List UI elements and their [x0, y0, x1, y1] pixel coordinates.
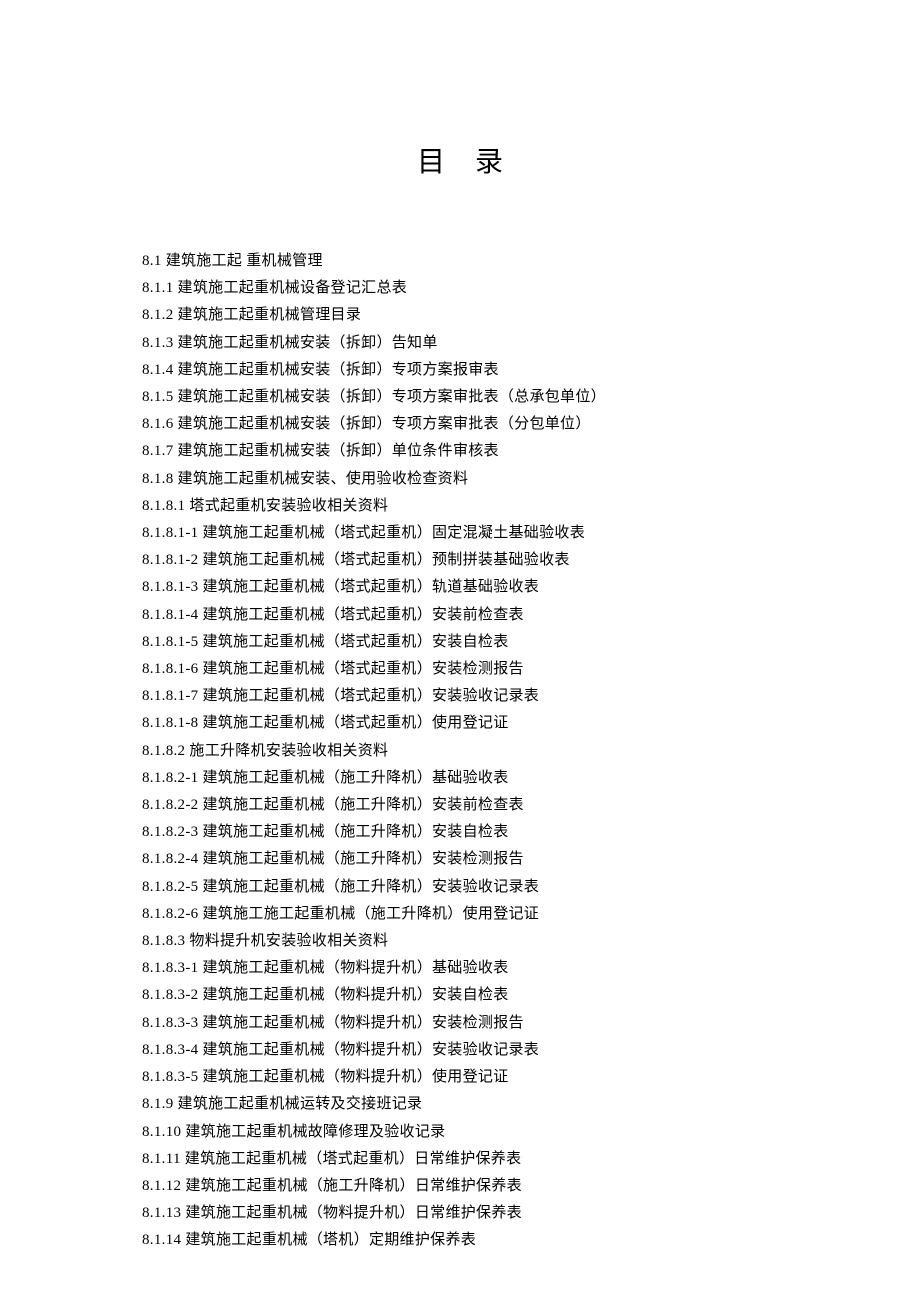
- toc-entry: 8.1.8.3 物料提升机安装验收相关资料: [142, 928, 820, 955]
- toc-entry: 8.1.8.1-2 建筑施工起重机械（塔式起重机）预制拼装基础验收表: [142, 547, 820, 574]
- toc-entry: 8.1.8.1-5 建筑施工起重机械（塔式起重机）安装自检表: [142, 629, 820, 656]
- toc-entry: 8.1.8.2-1 建筑施工起重机械（施工升降机）基础验收表: [142, 765, 820, 792]
- toc-entry: 8.1.7 建筑施工起重机械安装（拆卸）单位条件审核表: [142, 438, 820, 465]
- toc-entry: 8.1.8.1-8 建筑施工起重机械（塔式起重机）使用登记证: [142, 710, 820, 737]
- toc-entry: 8.1.8.2-2 建筑施工起重机械（施工升降机）安装前检查表: [142, 792, 820, 819]
- toc-entry: 8.1.8.3-5 建筑施工起重机械（物料提升机）使用登记证: [142, 1064, 820, 1091]
- toc-entry: 8.1.8.2 施工升降机安装验收相关资料: [142, 738, 820, 765]
- toc-entry: 8.1.2 建筑施工起重机械管理目录: [142, 302, 820, 329]
- toc-entry: 8.1.6 建筑施工起重机械安装（拆卸）专项方案审批表（分包单位）: [142, 411, 820, 438]
- toc-entry: 8.1.8.2-3 建筑施工起重机械（施工升降机）安装自检表: [142, 819, 820, 846]
- toc-entry: 8.1.5 建筑施工起重机械安装（拆卸）专项方案审批表（总承包单位）: [142, 384, 820, 411]
- toc-entry: 8.1.8.1-7 建筑施工起重机械（塔式起重机）安装验收记录表: [142, 683, 820, 710]
- toc-entry: 8.1 建筑施工起 重机械管理: [142, 248, 820, 275]
- toc-entry: 8.1.8.1-3 建筑施工起重机械（塔式起重机）轨道基础验收表: [142, 574, 820, 601]
- toc-entry: 8.1.11 建筑施工起重机械（塔式起重机）日常维护保养表: [142, 1146, 820, 1173]
- document-title: 目录: [0, 140, 920, 180]
- toc-entry: 8.1.8.3-2 建筑施工起重机械（物料提升机）安装自检表: [142, 982, 820, 1009]
- toc-entry: 8.1.3 建筑施工起重机械安装（拆卸）告知单: [142, 330, 820, 357]
- toc-entry: 8.1.8.1-1 建筑施工起重机械（塔式起重机）固定混凝土基础验收表: [142, 520, 820, 547]
- toc-entry: 8.1.13 建筑施工起重机械（物料提升机）日常维护保养表: [142, 1200, 820, 1227]
- toc-entry: 8.1.8.1 塔式起重机安装验收相关资料: [142, 493, 820, 520]
- toc-entry: 8.1.8.2-6 建筑施工施工起重机械（施工升降机）使用登记证: [142, 901, 820, 928]
- toc-entry: 8.1.8.3-4 建筑施工起重机械（物料提升机）安装验收记录表: [142, 1037, 820, 1064]
- toc-content: 8.1 建筑施工起 重机械管理 8.1.1 建筑施工起重机械设备登记汇总表 8.…: [0, 248, 920, 1255]
- toc-entry: 8.1.8.1-4 建筑施工起重机械（塔式起重机）安装前检查表: [142, 602, 820, 629]
- toc-entry: 8.1.9 建筑施工起重机械运转及交接班记录: [142, 1091, 820, 1118]
- toc-entry: 8.1.12 建筑施工起重机械（施工升降机）日常维护保养表: [142, 1173, 820, 1200]
- toc-entry: 8.1.8.3-3 建筑施工起重机械（物料提升机）安装检测报告: [142, 1010, 820, 1037]
- toc-entry: 8.1.1 建筑施工起重机械设备登记汇总表: [142, 275, 820, 302]
- toc-entry: 8.1.8.1-6 建筑施工起重机械（塔式起重机）安装检测报告: [142, 656, 820, 683]
- toc-entry: 8.1.8.2-4 建筑施工起重机械（施工升降机）安装检测报告: [142, 846, 820, 873]
- toc-entry: 8.1.14 建筑施工起重机械（塔机）定期维护保养表: [142, 1227, 820, 1254]
- toc-entry: 8.1.10 建筑施工起重机械故障修理及验收记录: [142, 1119, 820, 1146]
- toc-entry: 8.1.8 建筑施工起重机械安装、使用验收检查资料: [142, 466, 820, 493]
- toc-entry: 8.1.4 建筑施工起重机械安装（拆卸）专项方案报审表: [142, 357, 820, 384]
- toc-entry: 8.1.8.3-1 建筑施工起重机械（物料提升机）基础验收表: [142, 955, 820, 982]
- toc-entry: 8.1.8.2-5 建筑施工起重机械（施工升降机）安装验收记录表: [142, 874, 820, 901]
